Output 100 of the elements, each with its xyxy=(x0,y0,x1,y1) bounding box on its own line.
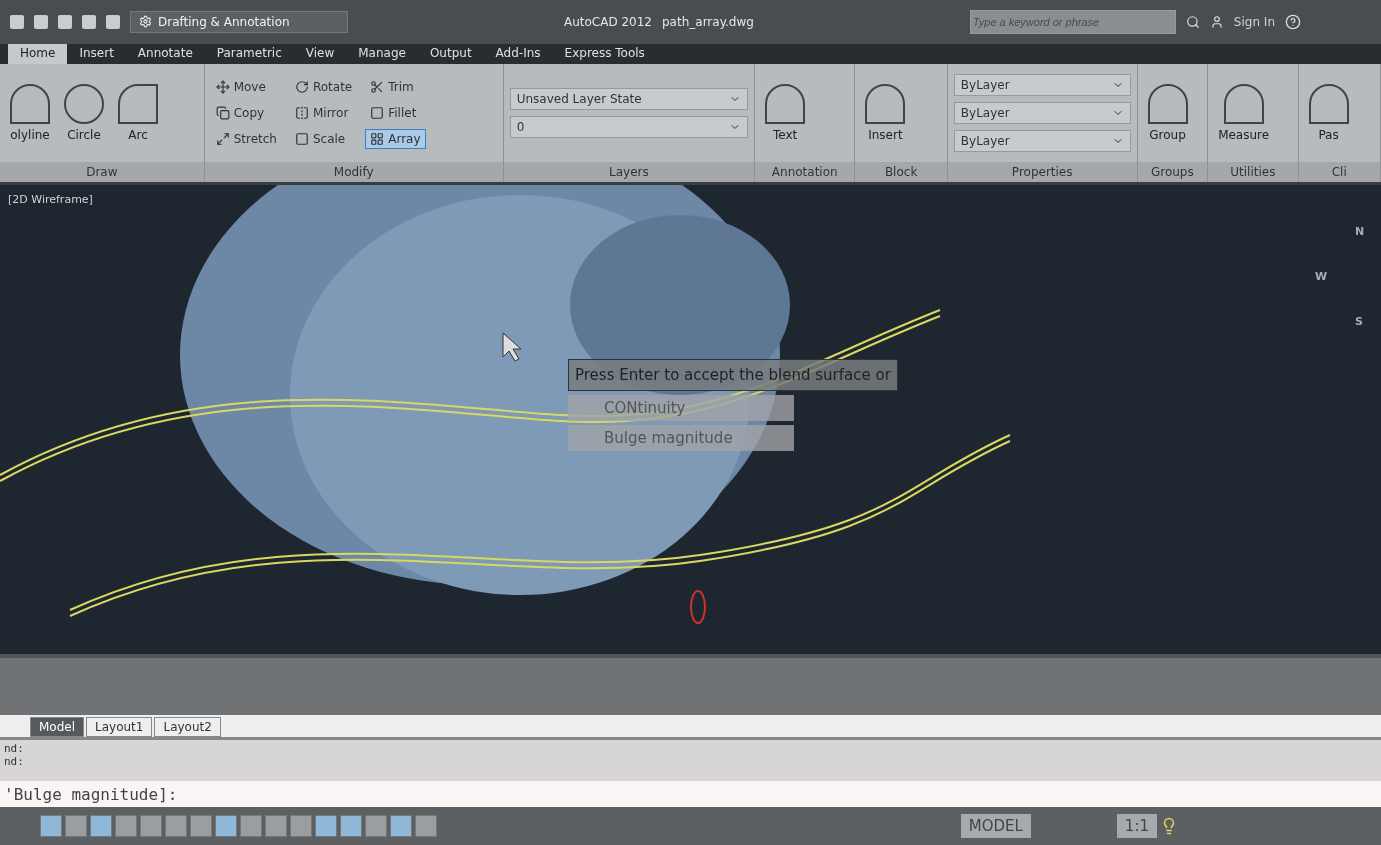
tool-icon xyxy=(865,83,906,124)
toolbar-icon[interactable] xyxy=(82,14,96,29)
search-icon[interactable] xyxy=(1185,14,1200,29)
ribbon-tool-button[interactable]: olyline xyxy=(6,81,54,144)
ribbon-tab[interactable]: Insert xyxy=(67,43,126,64)
dropdown-field[interactable]: ByLayer xyxy=(953,129,1131,152)
viewcube-compass[interactable]: N W S xyxy=(1311,214,1371,345)
ribbon-tab[interactable]: Home xyxy=(8,43,68,64)
ribbon-tool-button[interactable]: Measure xyxy=(1214,81,1274,144)
file-name: path_array.dwg xyxy=(662,14,754,29)
view-label[interactable]: [2D Wireframe] xyxy=(8,192,93,206)
ribbon-tab[interactable]: View xyxy=(293,43,347,64)
ribbon-tab[interactable]: Parametric xyxy=(204,43,294,64)
history-line: nd: xyxy=(4,741,25,755)
dropdown-field[interactable]: Unsaved Layer State xyxy=(509,87,749,110)
copy-icon xyxy=(215,105,230,120)
mirror-icon xyxy=(294,105,309,120)
ribbon-tab[interactable]: Add-Ins xyxy=(483,43,553,64)
status-toggle[interactable] xyxy=(115,815,137,838)
ribbon-tab[interactable]: Annotate xyxy=(125,43,205,64)
dropdown-field[interactable]: ByLayer xyxy=(953,101,1131,124)
status-toggle[interactable] xyxy=(65,815,87,838)
tool-icon xyxy=(765,83,806,124)
ribbon-tab[interactable]: Express Tools xyxy=(552,43,657,64)
panel-title[interactable]: Groups xyxy=(1137,161,1208,182)
tooltip-prompt: Press Enter to accept the blend surface or xyxy=(568,358,898,391)
panel-title[interactable]: Draw xyxy=(0,161,204,182)
ribbon-tool-button[interactable]: Fillet xyxy=(365,102,426,123)
status-toggle[interactable] xyxy=(40,815,62,838)
status-toggle[interactable] xyxy=(415,815,437,838)
ribbon-tool-button[interactable]: Mirror xyxy=(289,102,358,123)
status-toggle[interactable] xyxy=(265,815,287,838)
model-space-button[interactable]: MODEL xyxy=(960,814,1031,839)
panel-title[interactable]: Properties xyxy=(947,161,1137,182)
ribbon-tool-button[interactable]: Trim xyxy=(365,76,426,97)
ribbon-tool-button[interactable]: Text xyxy=(761,81,810,144)
toolbar-icon[interactable] xyxy=(106,14,120,29)
toolbar-icon[interactable] xyxy=(58,14,72,29)
ribbon-tool-button[interactable]: Circle xyxy=(60,81,108,144)
toolbar-icon[interactable] xyxy=(10,14,24,29)
panel-title[interactable]: Annotation xyxy=(755,161,855,182)
ribbon-tab[interactable]: Manage xyxy=(346,43,418,64)
ribbon-tool-button[interactable]: Rotate xyxy=(289,76,358,97)
app-title: AutoCAD 2012 xyxy=(563,14,652,29)
ribbon-tool-button[interactable]: Copy xyxy=(210,102,282,123)
stretch-arrow-icon xyxy=(215,131,230,146)
layout-tab[interactable]: Layout1 xyxy=(86,716,153,737)
status-toggle[interactable] xyxy=(290,815,312,838)
ribbon-tool-button[interactable]: Group xyxy=(1143,81,1192,144)
status-toggle[interactable] xyxy=(165,815,187,838)
status-toggle[interactable] xyxy=(190,815,212,838)
panel-title[interactable]: Modify xyxy=(204,161,503,182)
ribbon-tool-button[interactable]: Stretch xyxy=(210,128,282,149)
tool-icon xyxy=(1147,83,1188,124)
status-toggle[interactable] xyxy=(140,815,162,838)
status-toggle[interactable] xyxy=(90,815,112,838)
square-icon xyxy=(294,131,309,146)
tool-icon xyxy=(64,83,104,124)
status-toggle[interactable] xyxy=(215,815,237,838)
status-toggle[interactable] xyxy=(315,815,337,838)
drawing-viewport[interactable]: [2D Wireframe] N W S Press Enter to accept the blend surface or CONtinuity Bulge magnitude xyxy=(0,184,1381,655)
command-prompt[interactable]: 'Bulge magnitude]: xyxy=(0,781,1381,808)
status-toggle[interactable] xyxy=(365,815,387,838)
tool-icon xyxy=(1223,83,1264,124)
toolbar-icon[interactable] xyxy=(34,14,48,29)
status-toggle[interactable] xyxy=(390,815,412,838)
move-arrows-icon xyxy=(215,79,230,94)
tool-icon xyxy=(118,83,158,124)
help-icon[interactable] xyxy=(1285,13,1301,30)
dropdown-field[interactable]: ByLayer xyxy=(953,73,1131,96)
tool-icon xyxy=(10,83,50,124)
ribbon-tool-button[interactable]: Scale xyxy=(289,128,358,149)
grid-icon xyxy=(370,131,385,146)
workspace-dropdown[interactable]: Drafting & Annotation xyxy=(130,10,348,33)
dropdown-field[interactable]: 0 xyxy=(509,115,749,138)
panel-title[interactable]: Cli xyxy=(1298,161,1380,182)
panel-title[interactable]: Utilities xyxy=(1208,161,1298,182)
user-icon[interactable] xyxy=(1209,14,1224,29)
rotate-icon xyxy=(294,79,309,94)
search-field[interactable]: Type a keyword or phrase xyxy=(969,9,1176,34)
square-icon xyxy=(370,105,385,120)
cursor-icon xyxy=(502,332,522,362)
ribbon-tool-button[interactable]: Move xyxy=(210,76,282,97)
ribbon-tool-button[interactable]: Array xyxy=(365,128,426,149)
layout-tab[interactable]: Layout2 xyxy=(154,716,221,737)
scissors-icon xyxy=(370,79,385,94)
history-line: nd: xyxy=(4,754,25,768)
gear-icon xyxy=(139,15,152,29)
layout-tab[interactable]: Model xyxy=(30,716,85,737)
ribbon-tool-button[interactable]: Pas xyxy=(1304,81,1353,144)
annotation-scale[interactable]: 1:1 xyxy=(1116,814,1157,839)
ribbon-tab[interactable]: Output xyxy=(417,43,484,64)
ribbon-tool-button[interactable]: Insert xyxy=(861,81,910,144)
ribbon-tool-button[interactable]: Arc xyxy=(114,81,162,144)
sign-in-link[interactable]: Sign In xyxy=(1233,14,1275,29)
panel-title[interactable]: Block xyxy=(855,161,947,182)
status-toggle[interactable] xyxy=(340,815,362,838)
panel-title[interactable]: Layers xyxy=(503,161,755,182)
ellipse-shape xyxy=(690,589,706,624)
status-toggle[interactable] xyxy=(240,815,262,838)
